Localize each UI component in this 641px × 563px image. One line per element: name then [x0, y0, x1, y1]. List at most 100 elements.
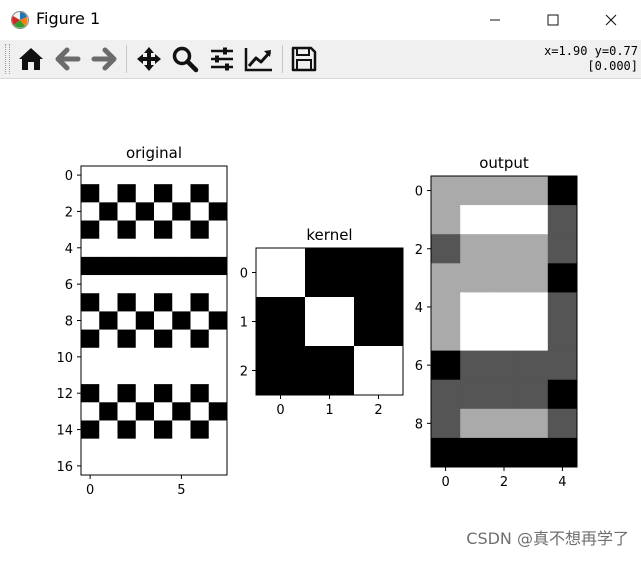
heatmap-cell	[81, 202, 100, 221]
heatmap-cell	[460, 234, 490, 264]
heatmap-cell	[190, 202, 210, 221]
heatmap-cell	[172, 311, 191, 330]
heatmap-cell	[460, 350, 490, 381]
heatmap-cell	[154, 402, 173, 421]
heatmap-cell	[190, 293, 210, 312]
heatmap-cell	[81, 420, 100, 440]
heatmap-cell	[208, 438, 228, 458]
heatmap-cell	[172, 166, 191, 185]
x-tick-label: 0	[86, 483, 94, 498]
heatmap-cell	[460, 263, 490, 293]
heatmap-cell	[99, 420, 118, 440]
save-button[interactable]	[287, 44, 321, 74]
heatmap-cell	[208, 275, 228, 294]
figure-canvas[interactable]: original 0 2 4 6 8 10 12 14 16 0 5 kernel 0 1 2 0 1 2 outpu…	[0, 79, 641, 559]
heatmap-cell	[172, 402, 191, 421]
heatmap-cell	[518, 379, 549, 410]
heatmap-cell	[154, 438, 173, 458]
heatmap-cell	[190, 166, 210, 185]
heatmap-cell	[135, 384, 155, 403]
back-button[interactable]	[51, 44, 85, 74]
zoom-button[interactable]	[168, 44, 202, 74]
heatmap-cell	[172, 384, 191, 403]
cursor-coordinates: x=1.90 y=0.77 [0.000]	[544, 44, 638, 74]
minimize-icon	[490, 19, 500, 21]
heatmap-cell	[489, 350, 519, 381]
x-tick-label: 2	[374, 403, 382, 418]
heatmap-cell	[208, 293, 228, 312]
heatmap-cell	[81, 311, 100, 330]
heatmap-kernel: kernel 0 1 2 0 1 2	[240, 226, 404, 418]
heatmap-cell	[305, 248, 355, 298]
heatmap-cell	[154, 384, 173, 403]
heatmap-cell	[489, 176, 519, 206]
heatmap-cell	[117, 166, 137, 185]
heatmap-cell	[489, 263, 519, 293]
y-tick-label: 2	[240, 365, 248, 380]
heatmap-cell	[117, 347, 137, 367]
heatmap-cell	[208, 238, 228, 258]
home-icon	[19, 48, 43, 70]
heatmap-cell	[190, 456, 210, 476]
close-button[interactable]	[582, 0, 640, 40]
heatmap-cell	[154, 293, 173, 312]
heatmap-cell	[154, 202, 173, 221]
maximize-button[interactable]	[524, 0, 582, 40]
heatmap-cell	[135, 184, 155, 203]
y-tick-label: 14	[56, 424, 73, 439]
heatmap-cell	[190, 311, 210, 330]
zoom-magnifier-icon	[172, 46, 199, 73]
pan-button[interactable]	[132, 44, 166, 74]
heatmap-cell	[81, 256, 100, 276]
y-tick-label: 0	[415, 185, 423, 200]
chart-line-icon	[244, 48, 272, 72]
x-tick-label: 0	[441, 475, 449, 490]
heatmap-cell	[99, 275, 118, 294]
heatmap-cell	[190, 220, 210, 240]
matplotlib-icon	[11, 11, 29, 29]
heatmap-cell	[117, 329, 137, 349]
chart-title: original	[126, 144, 182, 162]
coords-value: [0.000]	[587, 59, 638, 73]
home-button[interactable]	[14, 44, 48, 74]
heatmap-cell	[172, 438, 191, 458]
heatmap-cell	[99, 384, 118, 403]
heatmap-cell	[154, 184, 173, 203]
heatmap-cell	[135, 438, 155, 458]
heatmap-cell	[431, 205, 461, 235]
heatmap-cell	[305, 346, 355, 396]
heatmap-cell	[547, 176, 578, 206]
heatmap-cell	[81, 456, 100, 476]
heatmap-cell	[431, 437, 461, 468]
edit-axis-button[interactable]	[242, 44, 276, 74]
y-tick-label: 12	[56, 387, 73, 402]
heatmap-cell	[81, 438, 100, 458]
minimize-button[interactable]	[466, 0, 524, 40]
heatmap-cell	[154, 166, 173, 185]
window-titlebar: Figure 1	[0, 0, 641, 40]
heatmap-cell	[190, 256, 210, 276]
heatmap-cell	[117, 365, 137, 385]
heatmap-cell	[117, 220, 137, 240]
heatmap-cell	[208, 256, 228, 276]
heatmap-cell	[431, 176, 461, 206]
chart-title: kernel	[306, 226, 352, 244]
forward-button[interactable]	[87, 44, 121, 74]
y-tick-label: 0	[65, 169, 73, 184]
heatmap-cell	[99, 256, 118, 276]
y-tick-label: 2	[415, 243, 423, 258]
heatmap-cell	[99, 456, 118, 476]
heatmap-cell	[518, 321, 549, 351]
heatmap-cell	[489, 321, 519, 351]
back-arrow-icon	[55, 47, 81, 71]
subplots-sliders-icon	[211, 47, 233, 71]
heatmap-cell	[489, 292, 519, 322]
heatmap-cell	[172, 347, 191, 367]
heatmap-cell	[154, 311, 173, 330]
heatmap-output: output 0 2 4 6 8 0 2 4	[415, 154, 578, 490]
heatmap-cell	[431, 350, 461, 381]
heatmap-cell	[154, 329, 173, 349]
configure-subplots-button[interactable]	[205, 44, 239, 74]
heatmap-cell	[117, 420, 137, 440]
heatmap-cell	[81, 275, 100, 294]
